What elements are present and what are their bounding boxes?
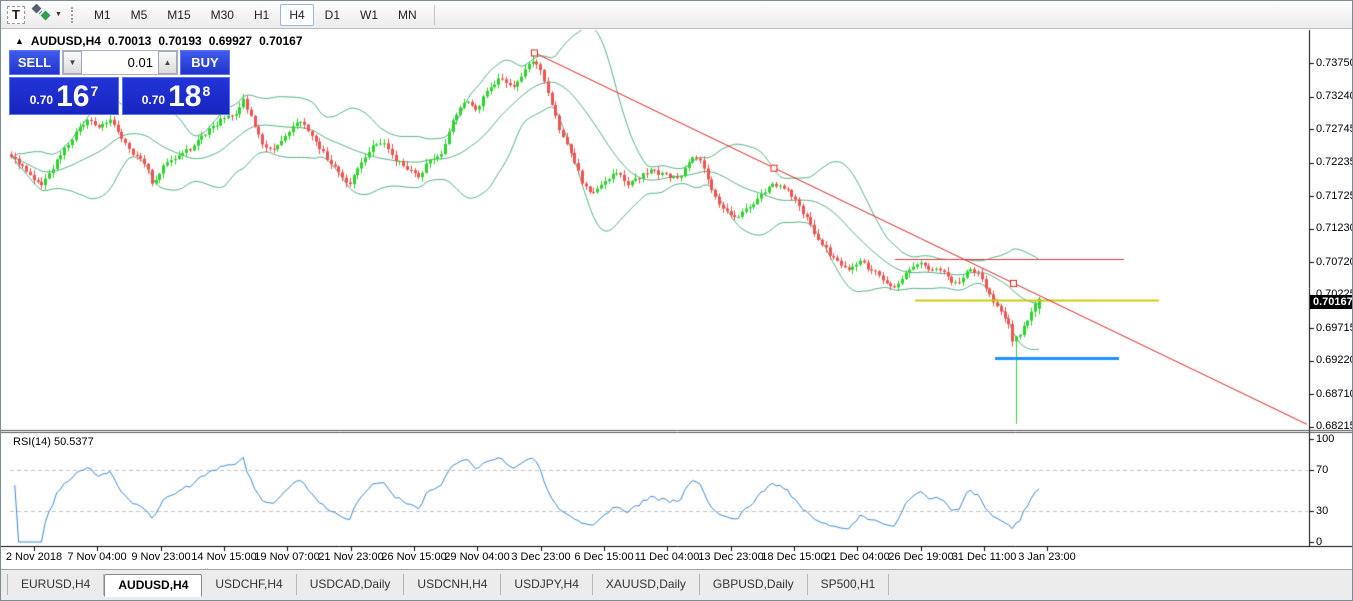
- timeframe-button-m5[interactable]: M5: [122, 4, 157, 26]
- time-axis-label: 13 Dec 23:00: [698, 551, 763, 563]
- volume-input[interactable]: [82, 51, 158, 74]
- price-axis-label: 0.72235: [1316, 156, 1353, 169]
- price-axis-label: 0.69715: [1316, 322, 1353, 335]
- sell-price-tile[interactable]: 0.70 16 7: [9, 77, 119, 115]
- ohlc-close: 0.70167: [259, 34, 302, 48]
- tab-usdchf-h4[interactable]: USDCHF,H4: [202, 574, 296, 595]
- symbol-tabbar: EURUSD,H4AUDUSD,H4USDCHF,H4USDCAD,DailyU…: [1, 569, 1352, 600]
- tab-usdjpy-h4[interactable]: USDJPY,H4: [501, 574, 592, 595]
- timeframe-button-mn[interactable]: MN: [389, 4, 426, 26]
- chevron-down-icon: ▼: [55, 11, 62, 18]
- time-axis-label: 29 Nov 04:00: [444, 551, 509, 563]
- price-axis-label: 0.72745: [1316, 123, 1353, 136]
- timeframe-button-m1[interactable]: M1: [85, 4, 120, 26]
- time-axis-label: 3 Jan 23:00: [1018, 551, 1076, 563]
- tab-gbpusd-daily[interactable]: GBPUSD,Daily: [700, 574, 808, 595]
- time-axis-label: 6 Dec 15:00: [574, 551, 633, 563]
- sell-button[interactable]: SELL: [9, 50, 60, 75]
- timeframe-button-d1[interactable]: D1: [316, 4, 349, 26]
- time-axis-label: 26 Nov 15:00: [381, 551, 446, 563]
- buy-price-sup: 8: [202, 83, 210, 99]
- chart-window: T ▼ M1M5M15M30H1H4D1W1MN ▲ AUDUSD,H4 0.7…: [0, 0, 1353, 601]
- time-axis-label: 31 Dec 11:00: [952, 551, 1017, 563]
- time-axis-label: 18 Dec 15:00: [761, 551, 826, 563]
- toolbar: T ▼ M1M5M15M30H1H4D1W1MN: [1, 1, 1352, 29]
- one-click-trading-panel: SELL ▼ ▲ BUY 0.70 16 7 0.70 18 8: [9, 50, 230, 115]
- time-axis-label: 9 Nov 23:00: [131, 551, 190, 563]
- volume-increase-button[interactable]: ▲: [158, 51, 177, 74]
- text-tool-button[interactable]: T: [6, 5, 26, 25]
- time-axis-label: 21 Nov 23:00: [318, 551, 383, 563]
- current-price-badge: 0.70167: [1310, 295, 1353, 309]
- time-axis-label: 3 Dec 23:00: [511, 551, 570, 563]
- arrows-objects-icon: [30, 4, 52, 26]
- rsi-axis-label: 0: [1316, 536, 1322, 549]
- tab-usdcnh-h4[interactable]: USDCNH,H4: [404, 574, 501, 595]
- symbol-marker-icon: ▲: [15, 36, 24, 46]
- chart-title: ▲ AUDUSD,H4 0.70013 0.70193 0.69927 0.70…: [15, 34, 303, 48]
- time-axis-label: 26 Dec 19:00: [888, 551, 953, 563]
- rsi-axis-label: 70: [1316, 464, 1328, 477]
- ohlc-high: 0.70193: [158, 34, 201, 48]
- toolbar-separator: [434, 5, 435, 25]
- buy-price-big: 18: [168, 82, 201, 112]
- ohlc-low: 0.69927: [209, 34, 252, 48]
- drawing-tools-button[interactable]: ▼: [30, 5, 62, 25]
- sell-price-sup: 7: [90, 83, 98, 99]
- timeframe-button-h1[interactable]: H1: [245, 4, 278, 26]
- price-axis-label: 0.68215: [1316, 420, 1353, 433]
- toolbar-drag-handle[interactable]: [71, 7, 75, 23]
- sell-price-big: 16: [56, 82, 89, 112]
- timeframe-button-m15[interactable]: M15: [158, 4, 199, 26]
- timeframe-group: M1M5M15M30H1H4D1W1MN: [84, 4, 427, 26]
- ohlc-open: 0.70013: [108, 34, 151, 48]
- timeframe-button-m30[interactable]: M30: [202, 4, 243, 26]
- time-axis-label: 2 Nov 2018: [6, 551, 62, 563]
- tab-audusd-h4[interactable]: AUDUSD,H4: [104, 574, 202, 597]
- timeframe-button-h4[interactable]: H4: [280, 4, 313, 26]
- time-axis-label: 14 Nov 15:00: [191, 551, 256, 563]
- buy-price-prefix: 0.70: [142, 93, 165, 112]
- rsi-axis-label: 100: [1316, 433, 1334, 446]
- price-axis-label: 0.70720: [1316, 256, 1353, 269]
- rsi-axis-label: 30: [1316, 505, 1328, 518]
- tab-sp500-h1[interactable]: SP500,H1: [808, 574, 890, 595]
- buy-button[interactable]: BUY: [180, 50, 230, 75]
- time-axis-label: 21 Dec 04:00: [824, 551, 889, 563]
- volume-decrease-button[interactable]: ▼: [63, 51, 82, 74]
- price-axis-label: 0.71230: [1316, 222, 1353, 235]
- price-axis-label: 0.69220: [1316, 354, 1353, 367]
- tab-xauusd-daily[interactable]: XAUUSD,Daily: [593, 574, 700, 595]
- price-axis-label: 0.71725: [1316, 190, 1353, 203]
- time-axis-label: 7 Nov 04:00: [67, 551, 126, 563]
- buy-price-tile[interactable]: 0.70 18 8: [122, 77, 230, 115]
- symbol-period-label: AUDUSD,H4: [31, 34, 101, 48]
- price-axis-label: 0.68710: [1316, 388, 1353, 401]
- text-tool-icon: T: [7, 6, 25, 24]
- tab-eurusd-h4[interactable]: EURUSD,H4: [7, 574, 104, 595]
- time-axis-label: 11 Dec 04:00: [635, 551, 700, 563]
- time-axis-label: 19 Nov 07:00: [254, 551, 319, 563]
- price-axis-label: 0.73750: [1316, 57, 1353, 70]
- price-axis-label: 0.73240: [1316, 90, 1353, 103]
- rsi-indicator-label: RSI(14) 50.5377: [13, 436, 94, 448]
- tab-usdcad-daily[interactable]: USDCAD,Daily: [297, 574, 405, 595]
- timeframe-button-w1[interactable]: W1: [351, 4, 387, 26]
- sell-price-prefix: 0.70: [30, 93, 53, 112]
